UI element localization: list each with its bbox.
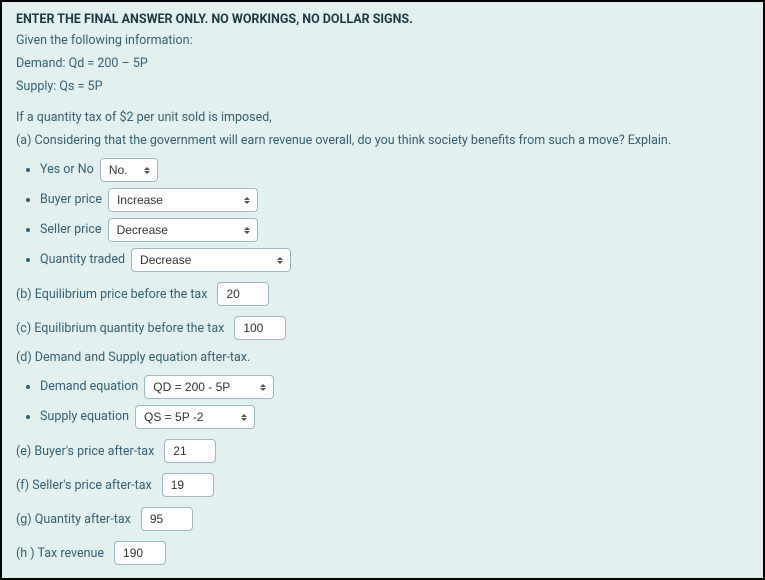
list-item: Yes or No No.: [40, 158, 749, 182]
seller-price-label: Seller price: [40, 219, 102, 241]
part-d-bullets: Demand equation QD = 200 - 5P Supply equ…: [16, 375, 749, 429]
part-f-label: (f) Seller's price after-tax: [16, 478, 152, 493]
buyer-price-after-input[interactable]: [164, 439, 216, 463]
part-g-label: (g) Quantity after-tax: [16, 512, 131, 527]
part-g-row: (g) Quantity after-tax: [16, 507, 749, 531]
demand-eq-label: Demand equation: [40, 376, 138, 398]
seller-price-select[interactable]: Decrease: [108, 218, 258, 242]
eq-qty-before-input[interactable]: [234, 316, 286, 340]
part-h-row: (h ) Tax revenue: [16, 541, 749, 565]
part-h-label: (h ) Tax revenue: [16, 546, 104, 561]
tax-revenue-input[interactable]: [114, 541, 166, 565]
part-b-label: (b) Equilibrium price before the tax: [16, 287, 207, 302]
supply-equation: Supply: Qs = 5P: [16, 79, 749, 94]
demand-equation-select[interactable]: QD = 200 - 5P: [144, 375, 274, 399]
supply-equation-select[interactable]: QS = 5P -2: [135, 405, 255, 429]
part-c-label: (c) Equilibrium quantity before the tax: [16, 321, 224, 336]
part-b-row: (b) Equilibrium price before the tax: [16, 282, 749, 306]
demand-equation: Demand: Qd = 200 – 5P: [16, 56, 749, 71]
tax-intro: If a quantity tax of $2 per unit sold is…: [16, 110, 749, 125]
list-item: Seller price Decrease: [40, 218, 749, 242]
list-item: Supply equation QS = 5P -2: [40, 405, 749, 429]
part-d-row: (d) Demand and Supply equation after-tax…: [16, 350, 749, 365]
part-c-row: (c) Equilibrium quantity before the tax: [16, 316, 749, 340]
quantity-traded-label: Quantity traded: [40, 249, 125, 271]
part-a-bullets: Yes or No No. Buyer price Increase: [16, 158, 749, 272]
yes-no-select[interactable]: No.: [100, 158, 158, 182]
part-f-row: (f) Seller's price after-tax: [16, 473, 749, 497]
part-a-prompt: (a) Considering that the government will…: [16, 133, 749, 148]
instructions-heading: ENTER THE FINAL ANSWER ONLY. NO WORKINGS…: [16, 12, 749, 27]
eq-price-before-input[interactable]: [217, 282, 269, 306]
question-panel: ENTER THE FINAL ANSWER ONLY. NO WORKINGS…: [0, 0, 765, 580]
list-item: Quantity traded Decrease: [40, 248, 749, 272]
seller-price-after-input[interactable]: [162, 473, 214, 497]
qty-after-input[interactable]: [141, 507, 193, 531]
buyer-price-label: Buyer price: [40, 189, 102, 211]
supply-eq-label: Supply equation: [40, 406, 129, 428]
part-e-row: (e) Buyer's price after-tax: [16, 439, 749, 463]
quantity-traded-select[interactable]: Decrease: [131, 248, 291, 272]
yes-no-label: Yes or No: [40, 159, 94, 181]
buyer-price-select[interactable]: Increase: [108, 188, 258, 212]
part-e-label: (e) Buyer's price after-tax: [16, 444, 154, 459]
part-d-label: (d) Demand and Supply equation after-tax…: [16, 350, 250, 365]
list-item: Demand equation QD = 200 - 5P: [40, 375, 749, 399]
list-item: Buyer price Increase: [40, 188, 749, 212]
given-line: Given the following information:: [16, 33, 749, 48]
